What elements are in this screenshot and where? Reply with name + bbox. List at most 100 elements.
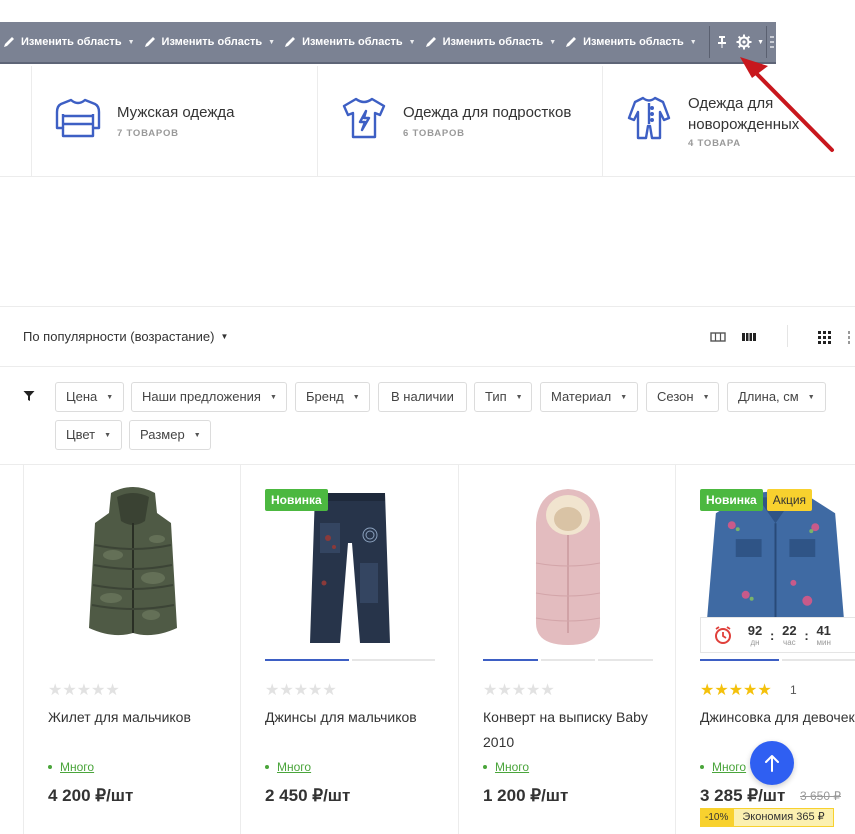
- scroll-to-top-button[interactable]: [750, 741, 794, 785]
- filter-length[interactable]: Длина, см ▼: [727, 382, 826, 412]
- chevron-down-icon: ▼: [104, 432, 112, 439]
- category-title: Одежда для подростков: [403, 104, 572, 121]
- category-title: Одежда для новорожденных: [688, 95, 800, 133]
- rating-stars: ★★★★★: [265, 682, 337, 699]
- stock-status: Много: [48, 760, 94, 774]
- product-card[interactable]: ★★★★★ Конверт на выписку Baby 2010 Много…: [458, 465, 676, 834]
- filter-offers[interactable]: Наши предложения ▼: [131, 382, 287, 412]
- chevron-down-icon: ▼: [515, 394, 523, 401]
- filter-price[interactable]: Цена ▼: [55, 382, 124, 412]
- filter-label: Тип: [485, 389, 507, 404]
- filter-label: Бренд: [306, 389, 344, 404]
- view-list-icon[interactable]: [710, 329, 726, 345]
- filter-material[interactable]: Материал ▼: [540, 382, 638, 412]
- filter-color[interactable]: Цвет ▼: [55, 420, 122, 450]
- view-divider: [787, 325, 788, 347]
- stock-label: Много: [495, 760, 530, 774]
- chevron-down-icon: ▼: [549, 38, 557, 46]
- pencil-icon: [285, 37, 296, 47]
- chevron-down-icon: ▼: [106, 394, 114, 401]
- pencil-icon: [144, 37, 155, 47]
- rating-stars: ★★★★★: [483, 682, 555, 699]
- edit-area-button-3[interactable]: Изменить область ▼: [281, 22, 422, 62]
- sort-bar: По популярности (возрастание) ▼: [0, 307, 855, 367]
- countdown-timer: 92 дн : 22 час : 41 мин: [700, 617, 855, 653]
- rating-stars: ★★★★★: [48, 682, 120, 699]
- timer-hours: 22 час: [782, 622, 797, 647]
- filter-label: Наши предложения: [142, 389, 261, 404]
- tshirt-icon: [342, 97, 386, 139]
- edit-area-button-1[interactable]: Изменить область ▼: [0, 22, 141, 62]
- grid-3-icon[interactable]: [817, 329, 833, 345]
- view-table-icon[interactable]: [741, 329, 757, 345]
- chevron-down-icon: ▼: [689, 38, 697, 46]
- edit-area-label: Изменить область: [21, 36, 122, 48]
- category-card-mens[interactable]: Мужская одежда 7 ТОВАРОВ: [31, 66, 318, 177]
- stock-label: Много: [712, 760, 747, 774]
- edit-area-label: Изменить область: [442, 36, 544, 48]
- product-card[interactable]: ★★★★★ Жилет для мальчиков Много 4 200 ₽/…: [23, 465, 241, 834]
- chevron-down-icon: ▼: [408, 38, 416, 46]
- discount-saving: Экономия 365 ₽: [733, 808, 834, 827]
- category-count: 4 ТОВАРА: [688, 138, 741, 149]
- grid-4-icon[interactable]: [847, 329, 855, 345]
- product-image[interactable]: [459, 483, 676, 655]
- pencil-icon: [566, 37, 577, 47]
- image-slider-indicator[interactable]: [700, 659, 855, 661]
- edit-area-button-4[interactable]: Изменить область ▼: [422, 22, 563, 62]
- product-name[interactable]: Конверт на выписку Baby 2010: [483, 705, 663, 755]
- vest-image: [88, 487, 177, 636]
- filter-icon: [23, 391, 35, 401]
- timer-minutes: 41 мин: [816, 622, 831, 647]
- badge-new: Новинка: [265, 489, 328, 511]
- image-slider-indicator[interactable]: [265, 659, 435, 661]
- stock-status: Много: [483, 760, 529, 774]
- chevron-down-icon: ▼: [757, 38, 764, 46]
- drag-handle[interactable]: [769, 22, 776, 62]
- grip-icon: [770, 36, 775, 48]
- sort-dropdown[interactable]: По популярности (возрастание) ▼: [23, 329, 228, 344]
- chevron-down-icon: ▼: [702, 394, 710, 401]
- stock-status: Много: [265, 760, 311, 774]
- product-name[interactable]: Джинсы для мальчиков: [265, 705, 445, 730]
- toolbar-divider: [766, 26, 767, 58]
- settings-button[interactable]: ▼: [734, 22, 766, 62]
- stock-dot: [483, 765, 487, 769]
- filter-label: Материал: [551, 389, 612, 404]
- stock-label: Много: [60, 760, 95, 774]
- chevron-down-icon: ▼: [268, 38, 276, 46]
- timer-separator: :: [804, 627, 809, 643]
- filter-season[interactable]: Сезон ▼: [646, 382, 719, 412]
- pencil-icon: [4, 37, 14, 47]
- category-title: Мужская одежда: [117, 104, 235, 121]
- pin-button[interactable]: [709, 22, 734, 62]
- product-card[interactable]: Новинка ★★★★★ Джинсы для мальчиков Много…: [240, 465, 458, 834]
- category-card-teens[interactable]: Одежда для подростков 6 ТОВАРОВ: [317, 66, 603, 177]
- filter-size[interactable]: Размер ▼: [129, 420, 211, 450]
- filter-in-stock[interactable]: В наличии: [378, 382, 467, 412]
- category-strip: Мужская одежда 7 ТОВАРОВ Одежда для подр…: [0, 66, 855, 177]
- stock-dot: [700, 765, 704, 769]
- category-card-newborn[interactable]: Одежда для новорожденных 4 ТОВАРА: [602, 66, 855, 177]
- filter-brand[interactable]: Бренд ▼: [295, 382, 370, 412]
- product-price: 2 450 ₽/шт: [265, 786, 351, 805]
- stock-dot: [265, 765, 269, 769]
- timer-days: 92 дн: [747, 622, 763, 647]
- category-count: 7 ТОВАРОВ: [117, 128, 179, 139]
- filter-label: Размер: [140, 427, 185, 442]
- sweater-icon: [55, 98, 101, 138]
- discount-badge: -10% Экономия 365 ₽: [700, 808, 834, 827]
- edit-area-button-2[interactable]: Изменить область ▼: [141, 22, 282, 62]
- product-name[interactable]: Джинсовка для девочек: [700, 705, 855, 730]
- product-image[interactable]: [24, 483, 241, 655]
- image-slider-indicator[interactable]: [483, 659, 654, 661]
- badge-new: Новинка: [700, 489, 763, 511]
- edit-area-button-5[interactable]: Изменить область ▼: [562, 22, 703, 62]
- sort-label: По популярности (возрастание): [23, 329, 215, 344]
- filter-type[interactable]: Тип ▼: [474, 382, 532, 412]
- edit-area-label: Изменить область: [583, 36, 684, 48]
- chevron-down-icon: ▼: [269, 394, 277, 401]
- category-count: 6 ТОВАРОВ: [403, 128, 465, 139]
- product-name[interactable]: Жилет для мальчиков: [48, 705, 228, 730]
- gear-icon: [736, 34, 752, 50]
